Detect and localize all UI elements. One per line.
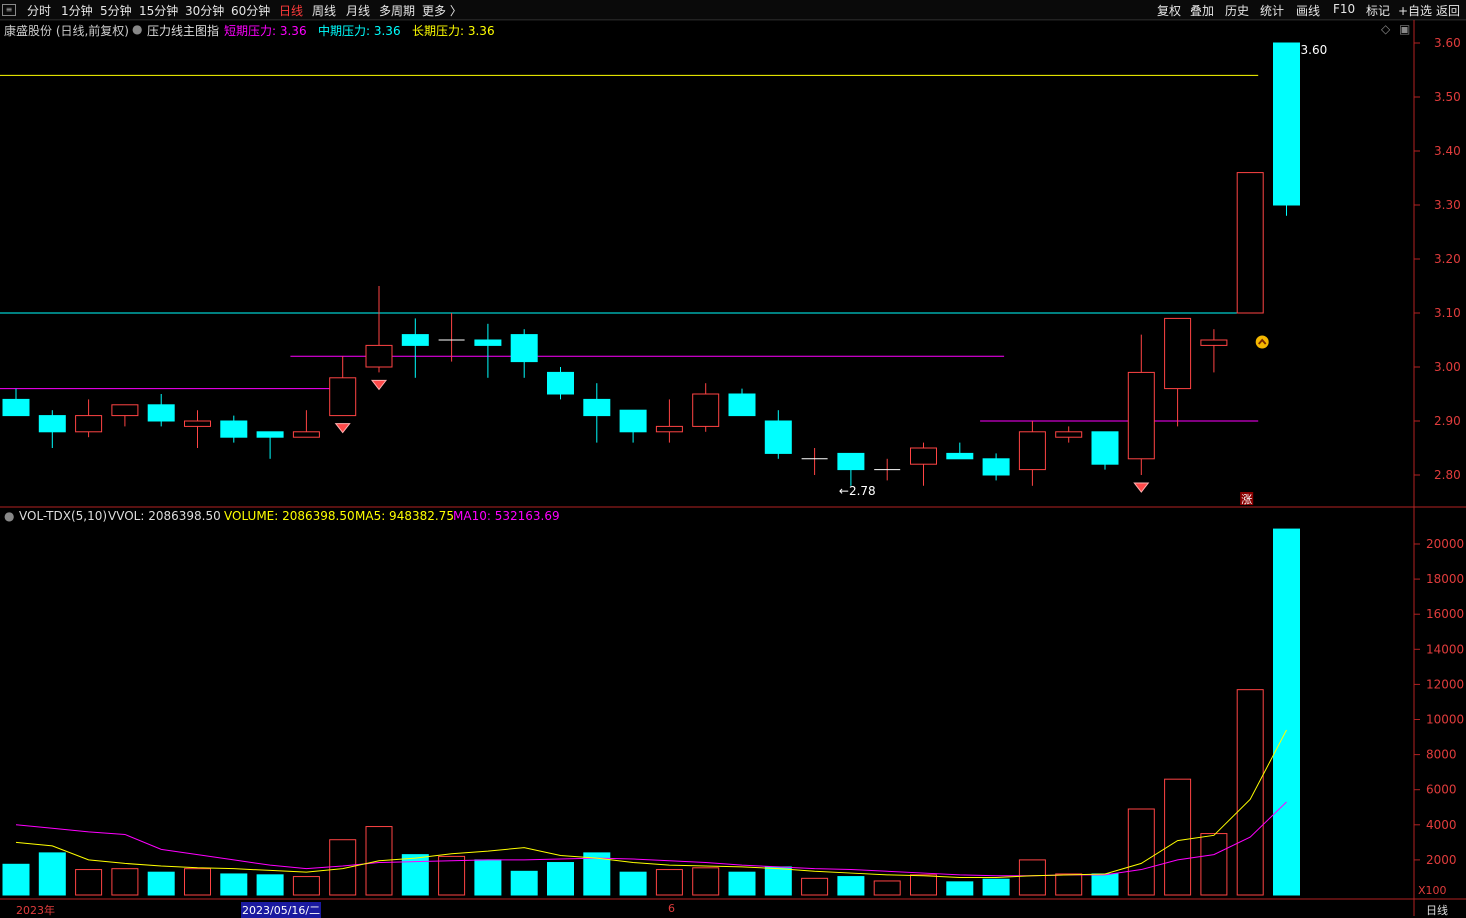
candle-body	[946, 452, 974, 460]
candle-body	[474, 339, 502, 346]
volume-bar	[946, 881, 974, 896]
candle-body	[1200, 339, 1228, 346]
volume-bar	[147, 871, 175, 896]
volume-tick-label: 20000	[1426, 537, 1464, 551]
sell-signal-icon	[1133, 482, 1150, 493]
candle-body	[75, 415, 103, 433]
volume-bar	[111, 868, 139, 896]
volume-bar	[692, 867, 720, 896]
volume-bar	[1236, 689, 1264, 896]
candle-body	[2, 398, 30, 417]
price-tick-label: 3.10	[1434, 306, 1461, 320]
volume-bar	[1164, 778, 1192, 896]
ma10-line	[15, 801, 1287, 877]
price-tick-label: 3.50	[1434, 90, 1461, 104]
buy-signal-icon	[1255, 335, 1269, 349]
volume-tick-label: 10000	[1426, 713, 1464, 727]
volume-bar	[329, 839, 357, 896]
volume-bar	[655, 869, 683, 896]
volume-bar	[547, 862, 574, 896]
candle-body	[1018, 431, 1046, 471]
volume-bar	[184, 868, 211, 896]
volume-bar	[1091, 873, 1119, 896]
volume-bar	[619, 871, 647, 896]
price-tick-label: 3.00	[1434, 360, 1461, 374]
ma5-line	[15, 729, 1287, 878]
candle-body	[329, 377, 357, 417]
volume-bar	[801, 877, 829, 896]
candle-body	[184, 420, 211, 427]
volume-bar	[438, 855, 466, 896]
volume-bar	[1055, 873, 1083, 896]
volume-tick-label: 18000	[1426, 572, 1464, 586]
volume-bar	[764, 866, 792, 896]
candle-body	[1164, 317, 1192, 390]
volume-tick-label: 6000	[1426, 783, 1457, 797]
volume-bar	[2, 863, 30, 896]
volume-bar	[256, 874, 284, 896]
volume-bar	[401, 854, 429, 896]
volume-bar	[474, 859, 502, 896]
high-price-marker: 3.60	[1301, 43, 1328, 57]
candle-body	[547, 371, 574, 395]
price-tick-label: 2.90	[1434, 414, 1461, 428]
candle-body	[583, 398, 611, 417]
candle-body	[982, 458, 1010, 476]
zhang-badge: 涨	[1241, 493, 1252, 506]
candle-body	[510, 334, 538, 363]
volume-tick-label: 14000	[1426, 642, 1464, 656]
sell-signal-icon	[334, 423, 351, 434]
candle-body	[764, 420, 792, 454]
price-tick-label: 3.20	[1434, 252, 1461, 266]
candlestick-chart[interactable]: 3.60 3.50 3.40 3.30 3.20 3.10 3.00 2.90 2.80 2000…	[0, 0, 1466, 916]
volume-bar	[837, 876, 865, 896]
volume-bar	[38, 852, 66, 896]
candle-body	[692, 393, 720, 427]
volume-bar	[728, 871, 756, 896]
candle-body	[619, 409, 647, 433]
candle-body	[38, 415, 66, 433]
volume-tick-label: 16000	[1426, 607, 1464, 621]
price-tick-label: 3.40	[1434, 144, 1461, 158]
volume-bar	[1273, 528, 1300, 896]
sell-signal-icon	[370, 379, 388, 391]
price-tick-label: 2.80	[1434, 468, 1461, 482]
volume-bar	[220, 873, 248, 896]
candle-body	[220, 420, 248, 438]
volume-tick-label: 8000	[1426, 748, 1457, 762]
candle-body	[1236, 172, 1264, 314]
volume-bar	[1018, 859, 1046, 896]
candle-body	[401, 334, 429, 346]
volume-tick-label: 4000	[1426, 818, 1457, 832]
candle-body	[1091, 431, 1119, 465]
volume-bar	[1127, 808, 1155, 896]
volume-bar	[510, 870, 538, 896]
candle-body	[728, 393, 756, 417]
candle-body	[147, 404, 175, 422]
candle-body	[1273, 42, 1300, 206]
month-label: 6	[668, 902, 675, 915]
volume-tick-label: 12000	[1426, 677, 1464, 691]
volume-bar	[292, 876, 320, 896]
candle-body	[111, 404, 139, 417]
volume-bar	[1200, 833, 1228, 896]
volume-unit-label: X100	[1418, 884, 1447, 897]
candle-body	[1127, 371, 1155, 460]
candle-body	[1055, 431, 1083, 438]
candle-body	[365, 344, 393, 368]
volume-bar	[75, 869, 103, 896]
candle-body	[292, 431, 320, 438]
volume-bar	[910, 874, 937, 896]
candle-body	[655, 425, 683, 433]
low-price-marker: ←2.78	[839, 484, 876, 498]
volume-bar	[982, 878, 1010, 896]
price-tick-label: 3.30	[1434, 198, 1461, 212]
price-tick-label: 3.60	[1434, 36, 1461, 50]
candle-body	[256, 431, 284, 438]
candle-body	[910, 447, 937, 465]
volume-tick-label: 2000	[1426, 853, 1457, 867]
volume-bar	[873, 880, 901, 896]
candle-body	[837, 452, 865, 471]
